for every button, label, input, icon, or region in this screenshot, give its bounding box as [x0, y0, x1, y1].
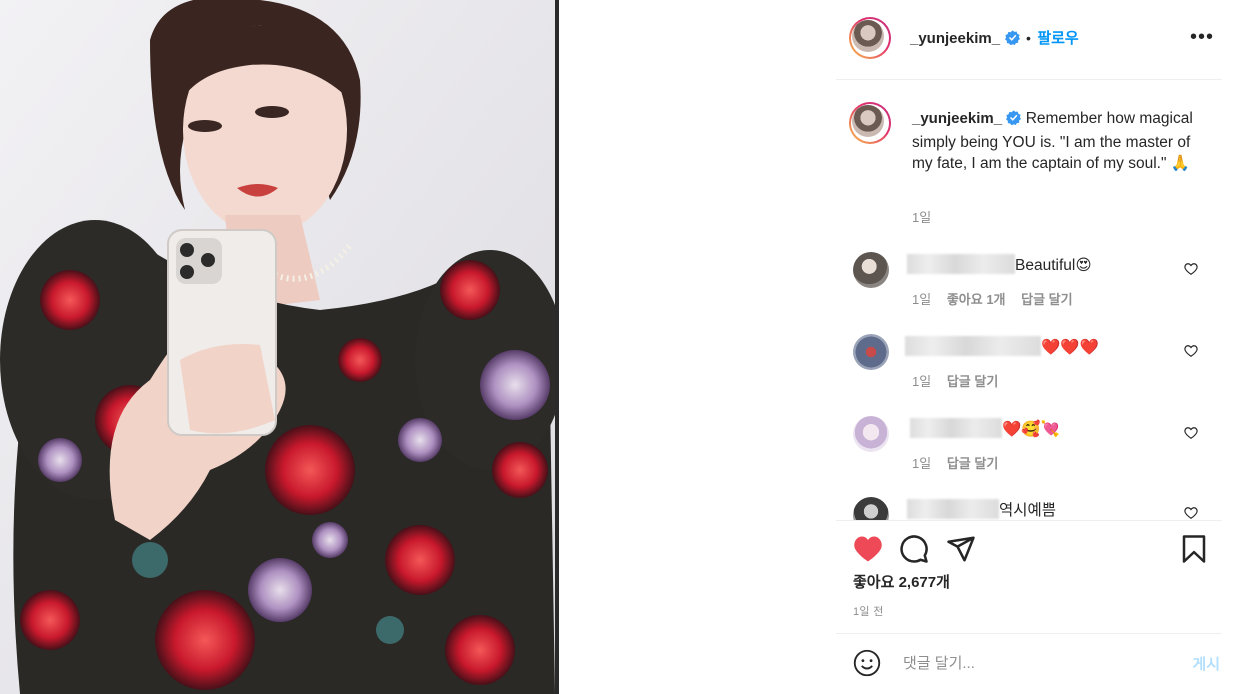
commenter-username-blurred[interactable] [907, 254, 1015, 274]
comment-meta: 1일 좋아요 1개 답글 달기 [912, 289, 1073, 308]
comment-row: 역시예쁨 [907, 498, 1056, 520]
smiley-icon[interactable] [853, 649, 881, 677]
commenter-avatar[interactable] [853, 497, 889, 520]
verified-badge-icon [1006, 110, 1022, 132]
comment-like-heart-icon[interactable] [1184, 344, 1198, 358]
comment-like-heart-icon[interactable] [1184, 506, 1198, 520]
caption-author-username[interactable]: _yunjeekim_ [912, 110, 1002, 127]
header-dot: • [1025, 30, 1031, 46]
comment-text: 역시예쁨 [999, 502, 1057, 519]
follow-button[interactable]: 팔로우 [1037, 30, 1078, 47]
commenter-avatar[interactable] [853, 334, 889, 370]
comment-row: ❤️🥰💘 [910, 418, 1060, 439]
comment-row: Beautiful😍 [907, 254, 1091, 275]
add-comment-bar: 게시 [836, 633, 1222, 694]
reply-button[interactable]: 답글 달기 [947, 374, 998, 389]
comments-section[interactable]: _yunjeekim_ Remember how magical simply … [836, 80, 1222, 520]
comment-text: ❤️🥰💘 [1002, 421, 1060, 438]
comment-text: Beautiful😍 [1015, 257, 1092, 274]
author-avatar[interactable] [849, 17, 891, 59]
post-detail-panel: _yunjeekim_ • 팔로우 ••• _yunjeekim_ Rememb… [836, 0, 1222, 694]
commenter-avatar[interactable] [853, 252, 889, 288]
commenter-username-blurred[interactable] [905, 336, 1041, 356]
commenter-username-blurred[interactable] [910, 418, 1002, 438]
caption-author-avatar[interactable] [849, 102, 891, 144]
post-comment-button[interactable]: 게시 [1192, 653, 1220, 674]
bookmark-icon[interactable] [1180, 534, 1208, 564]
comment-like-heart-icon[interactable] [1184, 426, 1198, 440]
caption: _yunjeekim_ Remember how magical simply … [912, 108, 1202, 175]
photo-edge [555, 0, 559, 694]
comment-time: 1일 [912, 456, 932, 471]
heart-filled-icon[interactable] [853, 535, 883, 563]
verified-badge-icon [1004, 30, 1020, 50]
post-image [0, 0, 555, 694]
comment-time: 1일 [912, 292, 932, 307]
comment-row: ❤️❤️❤️ [905, 336, 1099, 357]
commenter-username-blurred[interactable] [907, 499, 999, 519]
commenter-avatar[interactable] [853, 416, 889, 452]
post-actions: 좋아요 2,677개 1일 전 [836, 520, 1222, 634]
author-username[interactable]: _yunjeekim_ [910, 30, 1000, 47]
likes-count[interactable]: 좋아요 2,677개 [853, 571, 950, 592]
post-header: _yunjeekim_ • 팔로우 ••• [836, 0, 1222, 80]
comment-text: ❤️❤️❤️ [1041, 339, 1099, 356]
post-photo[interactable] [0, 0, 555, 694]
comment-meta: 1일 답글 달기 [912, 453, 998, 472]
comment-meta: 1일 답글 달기 [912, 371, 998, 390]
comment-like-heart-icon[interactable] [1184, 262, 1198, 276]
reply-button[interactable]: 답글 달기 [947, 456, 998, 471]
reply-button[interactable]: 답글 달기 [1021, 292, 1072, 307]
comment-input[interactable] [901, 649, 1155, 677]
comment-likes[interactable]: 좋아요 1개 [947, 292, 1006, 307]
posted-time: 1일 전 [853, 606, 884, 618]
paper-plane-icon[interactable] [946, 534, 976, 564]
comment-time: 1일 [912, 374, 932, 389]
comment-bubble-icon[interactable] [899, 534, 929, 564]
more-options-icon[interactable]: ••• [1190, 26, 1214, 49]
caption-time: 1일 [912, 210, 932, 225]
